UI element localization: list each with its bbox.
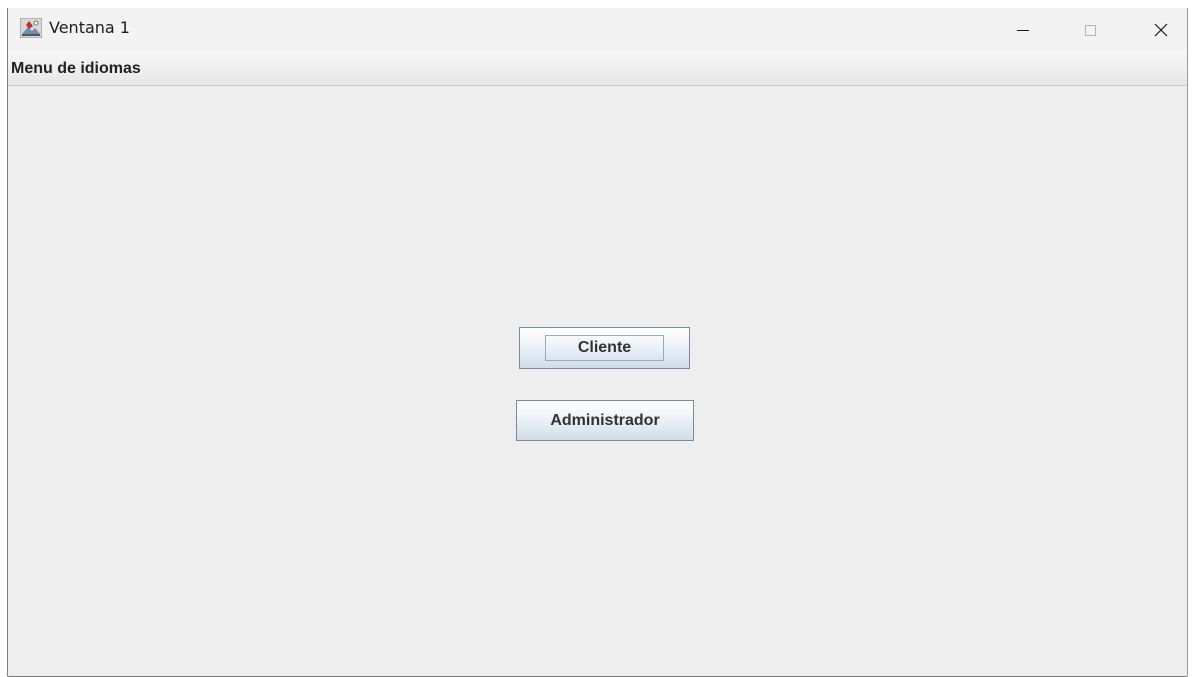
menu-bar: Menu de idiomas xyxy=(8,51,1187,86)
content-panel: Cliente Administrador xyxy=(8,86,1187,676)
close-button[interactable] xyxy=(1138,8,1184,51)
window-title: Ventana 1 xyxy=(49,18,130,37)
minimize-icon xyxy=(1015,22,1031,38)
title-bar[interactable]: Ventana 1 xyxy=(8,8,1187,51)
cliente-button[interactable]: Cliente xyxy=(519,327,690,369)
maximize-button[interactable] xyxy=(1067,8,1113,51)
minimize-button[interactable] xyxy=(1000,8,1046,51)
maximize-icon xyxy=(1082,22,1098,38)
app-window: Ventana 1 Menu de idiomas Cliente Admini… xyxy=(7,8,1188,677)
java-cup-icon xyxy=(19,17,43,39)
administrador-button[interactable]: Administrador xyxy=(516,400,694,441)
cliente-button-label: Cliente xyxy=(577,339,632,356)
administrador-button-label: Administrador xyxy=(550,411,660,429)
close-icon xyxy=(1153,22,1169,38)
menu-idiomas[interactable]: Menu de idiomas xyxy=(11,59,141,79)
